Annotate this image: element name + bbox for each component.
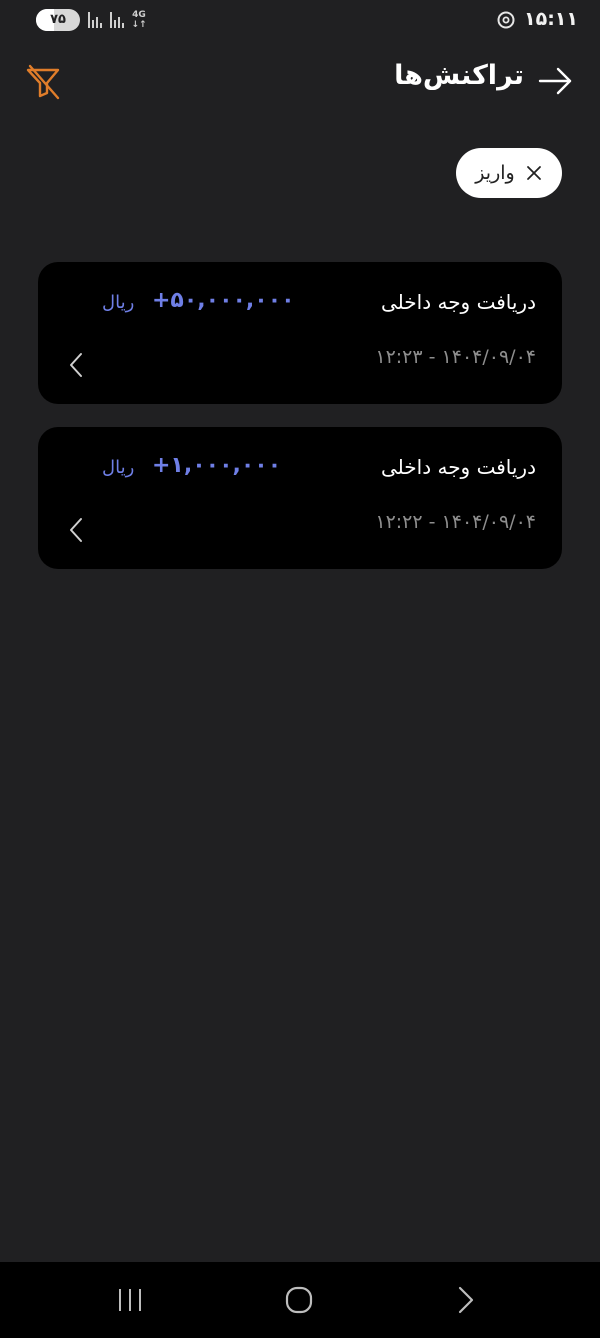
signal-bars-icon (88, 12, 102, 28)
status-bar: ۷۵ 4G ↓↑ ۱۵:۱۱ (0, 0, 600, 42)
transaction-amount: +۱,۰۰۰,۰۰۰ (152, 453, 282, 478)
transaction-currency: ریال (102, 457, 135, 478)
chevron-left-icon[interactable] (66, 515, 86, 545)
transaction-title: دریافت وجه داخلی (381, 455, 536, 479)
close-icon[interactable] (525, 164, 543, 182)
status-clock: ۱۵:۱۱ (524, 8, 578, 30)
transaction-datetime: ۱۴۰۴/۰۹/۰۴ - ۱۲:۲۳ (375, 346, 536, 368)
transaction-amount: +۵۰,۰۰۰,۰۰۰ (152, 288, 295, 313)
signal-bars-icon (110, 12, 124, 28)
page-title: تراکنش‌ها (394, 60, 524, 91)
back-arrow-icon[interactable] (536, 64, 576, 98)
transactions-screen: ۷۵ 4G ↓↑ ۱۵:۱۱ تراکنش‌ها (0, 0, 600, 1338)
transaction-currency: ریال (102, 292, 135, 313)
battery-indicator: ۷۵ (36, 9, 80, 31)
threads-icon (497, 11, 515, 29)
battery-text: ۷۵ (50, 12, 66, 27)
transaction-datetime: ۱۴۰۴/۰۹/۰۴ - ۱۲:۲۲ (375, 511, 536, 533)
system-nav-bar (0, 1262, 600, 1338)
transaction-card[interactable]: دریافت وجه داخلی +۵۰,۰۰۰,۰۰۰ ریال ۱۴۰۴/۰… (38, 262, 562, 404)
data-arrows-icon: ↓↑ (131, 20, 147, 30)
home-icon[interactable] (279, 1284, 319, 1316)
network-type: 4G ↓↑ (131, 10, 147, 30)
network-type-label: 4G (132, 10, 146, 20)
filter-off-icon[interactable] (22, 60, 64, 102)
filter-chip-deposit[interactable]: واریز (456, 148, 562, 198)
filter-chip-label: واریز (475, 162, 515, 184)
app-header: تراکنش‌ها (0, 52, 600, 108)
recents-icon[interactable] (110, 1284, 150, 1316)
transaction-title: دریافت وجه داخلی (381, 290, 536, 314)
chevron-left-icon[interactable] (66, 350, 86, 380)
back-chevron-icon[interactable] (446, 1284, 486, 1316)
transaction-card[interactable]: دریافت وجه داخلی +۱,۰۰۰,۰۰۰ ریال ۱۴۰۴/۰۹… (38, 427, 562, 569)
